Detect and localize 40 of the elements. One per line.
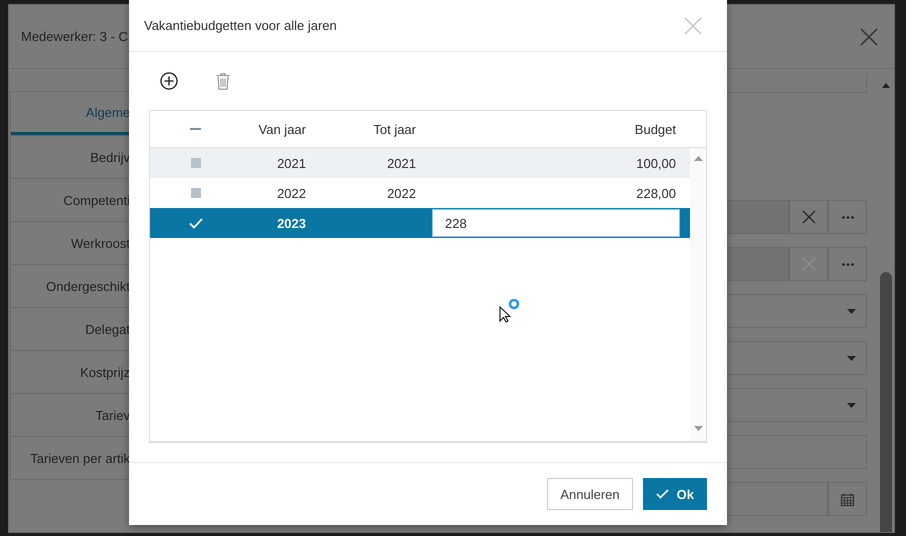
window-title: Medewerker: 3 - C [21, 29, 128, 44]
close-icon[interactable] [860, 28, 878, 46]
check-icon[interactable] [188, 218, 202, 228]
dialog-title: Vakantiebudgetten voor alle jaren [144, 18, 337, 33]
table-cell-text: 2023 [276, 216, 306, 230]
table-cell-text: 2021 [276, 156, 306, 170]
row-square-icon[interactable] [190, 158, 200, 168]
table-cell: 100,00 [636, 156, 676, 170]
row-square-icon[interactable] [190, 188, 200, 198]
table-row[interactable]: 2021 2021 100,00 [150, 148, 690, 178]
calendar-icon [841, 492, 854, 506]
caret-icon [847, 308, 856, 314]
check-icon [656, 489, 669, 499]
clear-button[interactable] [789, 200, 828, 234]
column-header: Tot jaar [372, 122, 416, 136]
table-cell: 2021 [387, 156, 416, 170]
minus-icon[interactable] [190, 128, 201, 130]
ok-button[interactable]: Ok [642, 478, 707, 510]
up-arrow-icon [694, 156, 702, 161]
table-cell: 2022 [387, 186, 416, 200]
column-header: Van jaar [258, 122, 306, 136]
close-icon [802, 210, 816, 224]
table-cell-text: 2022 [276, 186, 306, 200]
scrollbar[interactable] [690, 148, 706, 441]
ellipsis-icon [842, 216, 854, 218]
add-icon[interactable] [160, 72, 178, 90]
table-row[interactable]: 2023 228 [150, 208, 690, 238]
down-arrow-icon [694, 426, 702, 431]
column-header: Budget [634, 122, 677, 136]
ellipsis-icon [842, 262, 854, 266]
cancel-button[interactable]: Annuleren [547, 478, 633, 510]
calendar-button[interactable] [828, 482, 867, 516]
budget-input[interactable]: 228 [432, 209, 680, 237]
busy-cursor-icon [498, 299, 522, 323]
caret-icon [847, 402, 856, 408]
table-cell: 228,00 [636, 186, 676, 200]
caret-icon [847, 356, 856, 360]
trash-icon[interactable] [216, 72, 230, 90]
up-arrow-icon [882, 83, 890, 88]
more-button[interactable] [828, 247, 867, 281]
